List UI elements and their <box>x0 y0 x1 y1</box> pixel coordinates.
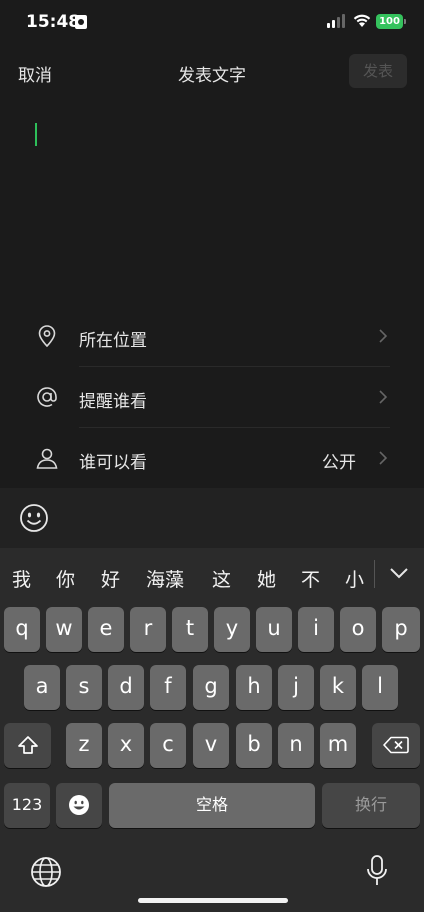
emoji-icon[interactable] <box>19 503 49 533</box>
option-location[interactable]: 所在位置 <box>35 307 390 367</box>
key-j[interactable]: j <box>278 665 314 710</box>
key-t[interactable]: t <box>172 607 208 652</box>
key-v[interactable]: v <box>193 723 229 768</box>
shift-icon <box>17 736 38 754</box>
text-cursor <box>35 123 37 146</box>
candidate-divider <box>374 560 375 588</box>
chevron-right-icon <box>379 451 388 465</box>
chevron-right-icon <box>379 329 388 343</box>
publish-button[interactable]: 发表 <box>349 54 407 88</box>
wifi-icon <box>353 14 371 27</box>
key-z[interactable]: z <box>66 723 102 768</box>
candidate-word[interactable]: 我 <box>12 565 31 592</box>
person-icon <box>36 448 58 469</box>
key-c[interactable]: c <box>150 723 186 768</box>
candidate-word[interactable]: 小 <box>345 565 364 592</box>
key-x[interactable]: x <box>108 723 144 768</box>
key-m[interactable]: m <box>320 723 356 768</box>
status-time: 15:48 <box>26 12 81 32</box>
key-a[interactable]: a <box>24 665 60 710</box>
key-g[interactable]: g <box>193 665 229 710</box>
candidate-word[interactable]: 海藻 <box>146 565 184 592</box>
numbers-key[interactable]: 123 <box>4 783 50 828</box>
candidate-word[interactable]: 不 <box>301 565 320 592</box>
emoji-toolbar <box>0 488 424 548</box>
return-key[interactable]: 换行 <box>322 783 420 828</box>
candidate-word[interactable]: 这 <box>212 565 231 592</box>
microphone-icon[interactable] <box>365 854 389 888</box>
key-d[interactable]: d <box>108 665 144 710</box>
text-editor[interactable] <box>18 110 406 300</box>
location-pin-icon <box>38 325 56 348</box>
status-bar: 15:48 100 <box>0 0 424 44</box>
key-i[interactable]: i <box>298 607 334 652</box>
key-u[interactable]: u <box>256 607 292 652</box>
space-key[interactable]: 空格 <box>109 783 315 828</box>
key-f[interactable]: f <box>150 665 186 710</box>
key-y[interactable]: y <box>214 607 250 652</box>
key-e[interactable]: e <box>88 607 124 652</box>
key-h[interactable]: h <box>236 665 272 710</box>
key-r[interactable]: r <box>130 607 166 652</box>
option-value: 公开 <box>322 453 356 473</box>
candidate-word[interactable]: 你 <box>56 565 75 592</box>
battery-icon: 100 <box>376 14 406 29</box>
candidate-word[interactable]: 好 <box>101 565 120 592</box>
option-label: 谁可以看 <box>79 453 147 473</box>
delete-key[interactable] <box>372 723 420 768</box>
nav-bar: 取消 发表文字 发表 <box>0 52 424 92</box>
home-indicator <box>138 898 288 903</box>
key-l[interactable]: l <box>362 665 398 710</box>
option-label: 提醒谁看 <box>79 392 147 412</box>
option-visibility[interactable]: 谁可以看 公开 <box>35 429 390 489</box>
chevron-right-icon <box>379 390 388 404</box>
key-o[interactable]: o <box>340 607 376 652</box>
option-label: 所在位置 <box>79 331 147 351</box>
candidate-bar: 我 你 好 海藻 这 她 不 小 <box>0 548 424 600</box>
chevron-down-icon[interactable] <box>388 566 410 580</box>
shift-key[interactable] <box>4 723 51 768</box>
backspace-icon <box>383 736 409 754</box>
key-q[interactable]: q <box>4 607 40 652</box>
emoji-key[interactable] <box>56 783 102 828</box>
key-b[interactable]: b <box>236 723 272 768</box>
cellular-signal-icon <box>327 14 347 28</box>
candidate-word[interactable]: 她 <box>257 565 276 592</box>
emoji-face-icon <box>69 795 89 815</box>
globe-icon[interactable] <box>30 856 62 888</box>
key-w[interactable]: w <box>46 607 82 652</box>
sim-card-icon <box>75 15 87 29</box>
key-k[interactable]: k <box>320 665 356 710</box>
option-mention[interactable]: 提醒谁看 <box>35 368 390 428</box>
at-sign-icon <box>37 387 57 407</box>
keyboard: 我 你 好 海藻 这 她 不 小 q w e r t y u i o p a s… <box>0 548 424 912</box>
key-p[interactable]: p <box>382 607 420 652</box>
key-s[interactable]: s <box>66 665 102 710</box>
key-n[interactable]: n <box>278 723 314 768</box>
